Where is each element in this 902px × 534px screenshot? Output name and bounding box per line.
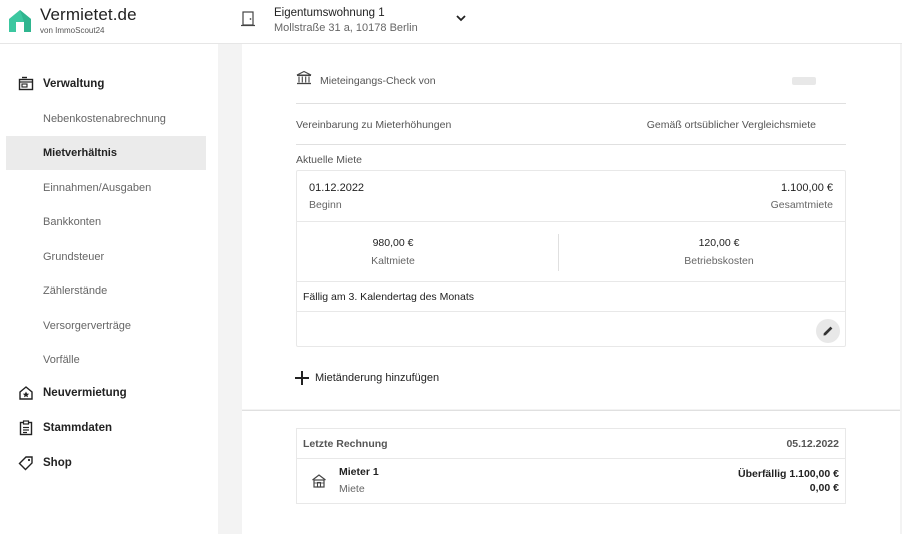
tag-icon (18, 456, 33, 471)
invoice-header: Letzte Rechnung 05.12.2022 (297, 429, 845, 459)
current-rent-card: 01.12.2022 Beginn 1.100,00 € Gesamtmiete… (296, 170, 846, 347)
add-rent-change-button[interactable]: Mietänderung hinzufügen (294, 370, 439, 386)
rent-total: 1.100,00 € (781, 182, 833, 194)
chevron-down-icon[interactable] (455, 13, 467, 23)
bank-icon (296, 70, 312, 85)
sidebar-section-label: Stammdaten (43, 422, 113, 434)
sidebar-item-nebenkostenabrechnung[interactable]: Nebenkostenabrechnung (6, 102, 206, 136)
rent-check-label: Mieteingangs-Check von (320, 75, 436, 87)
rent-summary-row: 01.12.2022 Beginn 1.100,00 € Gesamtmiete (297, 171, 845, 222)
sidebar-item-versorgervertraege[interactable]: Versorgerverträge (6, 309, 206, 343)
sidebar-item-mietverhaeltnis[interactable]: Mietverhältnis (6, 136, 206, 170)
invoice-row[interactable]: Mieter 1 Miete Überfällig 1.100,00 € 0,0… (297, 460, 845, 504)
brand-name: Vermietet.de (40, 5, 137, 24)
sidebar-section-label: Verwaltung (43, 78, 105, 90)
operating-costs-value: 120,00 € (698, 237, 740, 249)
operating-costs-label: Betriebskosten (684, 255, 754, 267)
sidebar-item-bankkonten[interactable]: Bankkonten (6, 205, 206, 239)
add-rent-change-label: Mietänderung hinzufügen (315, 372, 440, 384)
cold-rent: 980,00 € Kaltmiete (293, 237, 493, 267)
invoice-header-label: Letzte Rechnung (303, 438, 388, 450)
breakdown-divider (558, 234, 559, 271)
sidebar-section-stammdaten[interactable]: Stammdaten (18, 420, 112, 436)
brand-sub: von ImmoScout24 (40, 26, 105, 35)
invoice-header-date: 05.12.2022 (786, 438, 839, 450)
house-star-icon (19, 386, 33, 400)
property-address: Mollstraße 31 a, 10178 Berlin (274, 22, 418, 34)
home-icon (312, 474, 326, 488)
sidebar-section-label: Neuvermietung (43, 387, 127, 399)
due-row: Fällig am 3. Kalendertag des Monats (297, 283, 845, 312)
due-text: Fällig am 3. Kalendertag des Monats (303, 291, 475, 303)
brand[interactable]: Vermietet.de von ImmoScout24 (40, 5, 137, 35)
sidebar-section-label: Shop (43, 457, 72, 469)
rent-check-placeholder (792, 77, 816, 85)
sidebar-item-einnahmen-ausgaben[interactable]: Einnahmen/Ausgaben (6, 171, 206, 205)
rent-increase-agreement-row: Vereinbarung zu Mieterhöhungen Gemäß ort… (296, 105, 846, 145)
edit-rent-button[interactable] (816, 319, 840, 343)
agreement-label: Vereinbarung zu Mieterhöhungen (296, 119, 452, 131)
pencil-icon (823, 326, 833, 336)
sidebar-section-shop[interactable]: Shop (18, 455, 72, 471)
agreement-value: Gemäß ortsüblicher Vergleichsmiete (646, 119, 816, 131)
door-icon (241, 11, 255, 27)
property-title: Eigentumswohnung 1 (274, 7, 385, 19)
house-logo-icon[interactable] (6, 7, 34, 35)
overdue-amount: Überfällig 1.100,00 € (738, 468, 839, 480)
sidebar-section-verwaltung[interactable]: Verwaltung (18, 76, 104, 92)
rent-total-label: Gesamtmiete (770, 199, 833, 211)
sidebar-item-zaehlerstaende[interactable]: Zählerstände (6, 274, 206, 308)
sidebar-section-neuvermietung[interactable]: Neuvermietung (18, 385, 127, 401)
rent-breakdown-row: 980,00 € Kaltmiete 120,00 € Betriebskost… (297, 223, 845, 282)
cold-rent-value: 980,00 € (372, 237, 414, 249)
invoice-type: Miete (339, 483, 365, 495)
clipboard-icon (19, 420, 33, 436)
rent-start-label: Beginn (309, 199, 342, 211)
property-selector[interactable]: Eigentumswohnung 1 Mollstraße 31 a, 1017… (274, 7, 418, 34)
sidebar-item-grundsteuer[interactable]: Grundsteuer (6, 240, 206, 274)
top-bar: Vermietet.de von ImmoScout24 Eigentumswo… (0, 0, 902, 44)
current-rent-label: Aktuelle Miete (296, 154, 362, 166)
sidebar-item-vorfaelle[interactable]: Vorfälle (6, 343, 206, 377)
last-invoice-card[interactable]: Letzte Rechnung 05.12.2022 Mieter 1 Miet… (296, 428, 846, 504)
operating-costs: 120,00 € Betriebskosten (619, 237, 819, 267)
plus-icon (295, 371, 309, 385)
paid-amount: 0,00 € (809, 482, 839, 494)
tenant-name: Mieter 1 (339, 466, 379, 478)
cold-rent-label: Kaltmiete (371, 255, 415, 267)
wallet-icon (18, 76, 34, 91)
rent-start-date: 01.12.2022 (309, 182, 365, 194)
rent-check-row[interactable]: Mieteingangs-Check von (296, 70, 846, 104)
